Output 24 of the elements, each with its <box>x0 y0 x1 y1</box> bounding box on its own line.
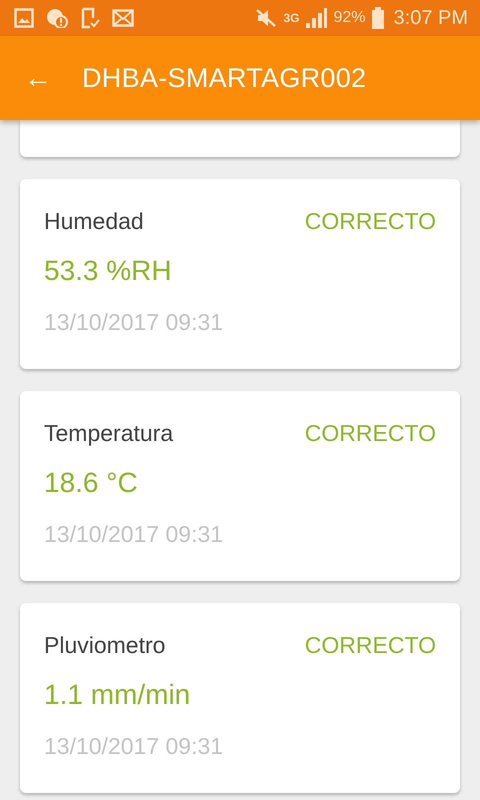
sensor-name: Pluviometro <box>44 632 166 659</box>
mail-icon <box>112 9 134 27</box>
sensor-value: 53.3 %RH <box>44 255 172 286</box>
timestamp: 13/10/2017 09:31 <box>44 521 224 547</box>
sensor-name: Humedad <box>44 208 144 235</box>
mute-icon <box>255 8 278 28</box>
sensor-value: 1.1 mm/min <box>44 679 190 710</box>
clock: 3:07 PM <box>394 6 468 30</box>
phone-check-icon <box>80 7 100 29</box>
timestamp: 13/10/2017 09:31 <box>44 733 224 759</box>
timestamp: 13/10/2017 09:31 <box>44 309 224 335</box>
back-button[interactable]: ← <box>20 62 56 94</box>
app-title: DHBA-SMARTAGR002 <box>82 62 366 94</box>
sensor-value: 18.6 °C <box>44 467 138 498</box>
alert-icon <box>46 8 68 28</box>
battery-level: 92% <box>333 9 366 27</box>
sensor-status: CORRECTO <box>304 208 436 235</box>
battery-icon <box>372 7 384 29</box>
image-icon <box>14 8 34 28</box>
sensor-status: CORRECTO <box>304 632 436 659</box>
signal-icon <box>305 8 328 28</box>
network-type: 3G <box>283 12 300 24</box>
sensor-name: Temperatura <box>44 420 174 447</box>
sensor-status: CORRECTO <box>304 420 436 447</box>
